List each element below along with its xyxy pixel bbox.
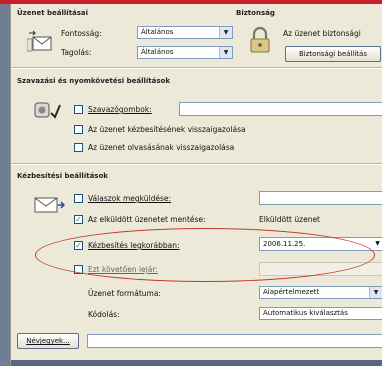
separator (11, 67, 382, 69)
read-receipt-label: Az üzenet olvasásának visszaigazolása (88, 143, 235, 152)
format-value: Alapértelmezett (263, 288, 320, 296)
message-options-dialog: Üzenet beállításai Fontosság: Általános … (10, 4, 382, 366)
format-select[interactable]: Alapértelmezett ▼ (259, 286, 382, 299)
importance-select[interactable]: Általános ▼ (137, 26, 233, 39)
do-not-deliver-before-checkbox[interactable]: ✓ (74, 241, 83, 250)
encoding-label: Kódolás: (88, 310, 120, 319)
do-not-deliver-before-input[interactable]: 2006.11.25. ▼ (259, 237, 382, 251)
encoding-select[interactable]: Automatikus kiválasztás (259, 307, 382, 320)
save-sent-label: Az elküldött üzenetet mentése: (88, 215, 206, 224)
group-title-voting-tracking: Szavazási és nyomkövetési beállítások (17, 77, 170, 85)
format-label: Üzenet formátuma: (88, 289, 161, 298)
sensitivity-select[interactable]: Általános ▼ (137, 46, 233, 59)
delivery-receipt-label: Az üzenet kézbesítésének visszaigazolása (88, 125, 246, 134)
importance-label: Fontosság: (61, 29, 102, 38)
save-sent-checkbox[interactable]: ✓ (74, 215, 83, 224)
security-settings-button[interactable]: Biztonsági beállítás (285, 46, 381, 62)
voting-buttons-checkbox[interactable] (74, 105, 83, 114)
importance-value: Általános (141, 28, 174, 36)
voting-buttons-label: Szavazógombok: (88, 105, 152, 114)
group-title-security: Biztonság (236, 9, 275, 17)
chevron-down-icon: ▼ (375, 240, 380, 247)
voting-tracking-icon (34, 102, 61, 119)
security-description: Az üzenet biztonsági (283, 29, 361, 38)
chevron-down-icon: ▼ (219, 27, 232, 38)
read-receipt-checkbox[interactable] (74, 143, 83, 152)
expires-after-label: Ezt követően lejár: (88, 265, 158, 274)
envelope-importance-icon (27, 30, 52, 52)
sensitivity-label: Tagolás: (61, 48, 92, 57)
delivery-receipt-checkbox[interactable] (74, 125, 83, 134)
save-sent-folder: Elküldött üzenet (259, 215, 320, 224)
expires-after-checkbox[interactable] (74, 265, 83, 274)
do-not-deliver-before-label: Kézbesítés legkorábban: (88, 241, 180, 250)
replies-to-input[interactable] (259, 191, 382, 205)
chevron-down-icon: ▼ (369, 287, 382, 298)
contacts-input[interactable] (87, 334, 382, 348)
voting-buttons-input[interactable] (179, 102, 382, 116)
contacts-button[interactable]: Névjegyek... (17, 333, 79, 349)
chevron-down-icon: ▼ (219, 47, 232, 58)
separator (11, 163, 382, 165)
bottom-strip (11, 360, 382, 366)
encoding-value: Automatikus kiválasztás (263, 309, 348, 317)
expires-after-input[interactable] (259, 262, 382, 276)
group-title-delivery-options: Kézbesítési beállítások (17, 172, 108, 180)
replies-to-checkbox[interactable] (74, 194, 83, 203)
do-not-deliver-before-value: 2006.11.25. (263, 240, 306, 248)
delivery-envelope-icon (34, 197, 65, 213)
sensitivity-value: Általános (141, 48, 174, 56)
group-title-message-settings: Üzenet beállításai (17, 9, 89, 17)
lock-icon (250, 26, 270, 53)
replies-to-label: Válaszok megküldése: (88, 194, 172, 203)
